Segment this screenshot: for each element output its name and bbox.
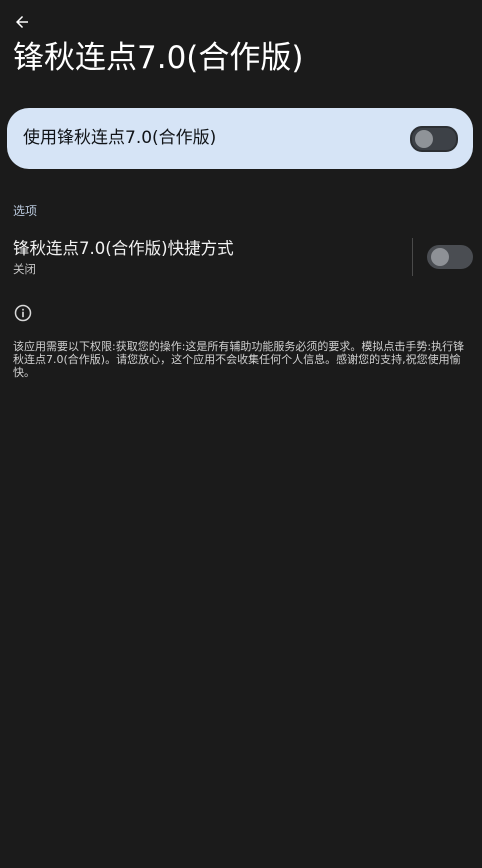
main-switch-label: 使用锋秋连点7.0(合作版) (23, 128, 217, 148)
accessibility-service-screen: 锋秋连点7.0(合作版) 使用锋秋连点7.0(合作版) 选项 锋秋连点7.0(合… (0, 0, 482, 868)
shortcut-title: 锋秋连点7.0(合作版)快捷方式 (13, 239, 234, 258)
shortcut-toggle[interactable] (427, 245, 473, 269)
service-description: 该应用需要以下权限:获取您的操作:这是所有辅助功能服务必须的要求。模拟点击手势:… (13, 340, 465, 379)
shortcut-preference-row[interactable]: 锋秋连点7.0(合作版)快捷方式 关闭 (0, 232, 482, 282)
toggle-knob (415, 130, 433, 148)
page-title: 锋秋连点7.0(合作版) (13, 40, 304, 76)
section-header-options: 选项 (13, 204, 38, 218)
main-switch-toggle[interactable] (410, 126, 458, 152)
toggle-knob (431, 248, 449, 266)
row-divider (412, 238, 413, 276)
main-switch-card[interactable]: 使用锋秋连点7.0(合作版) (7, 108, 473, 169)
shortcut-summary: 关闭 (13, 262, 36, 276)
info-icon (14, 304, 32, 322)
arrow-left-icon (16, 16, 28, 28)
back-button[interactable] (10, 10, 34, 34)
